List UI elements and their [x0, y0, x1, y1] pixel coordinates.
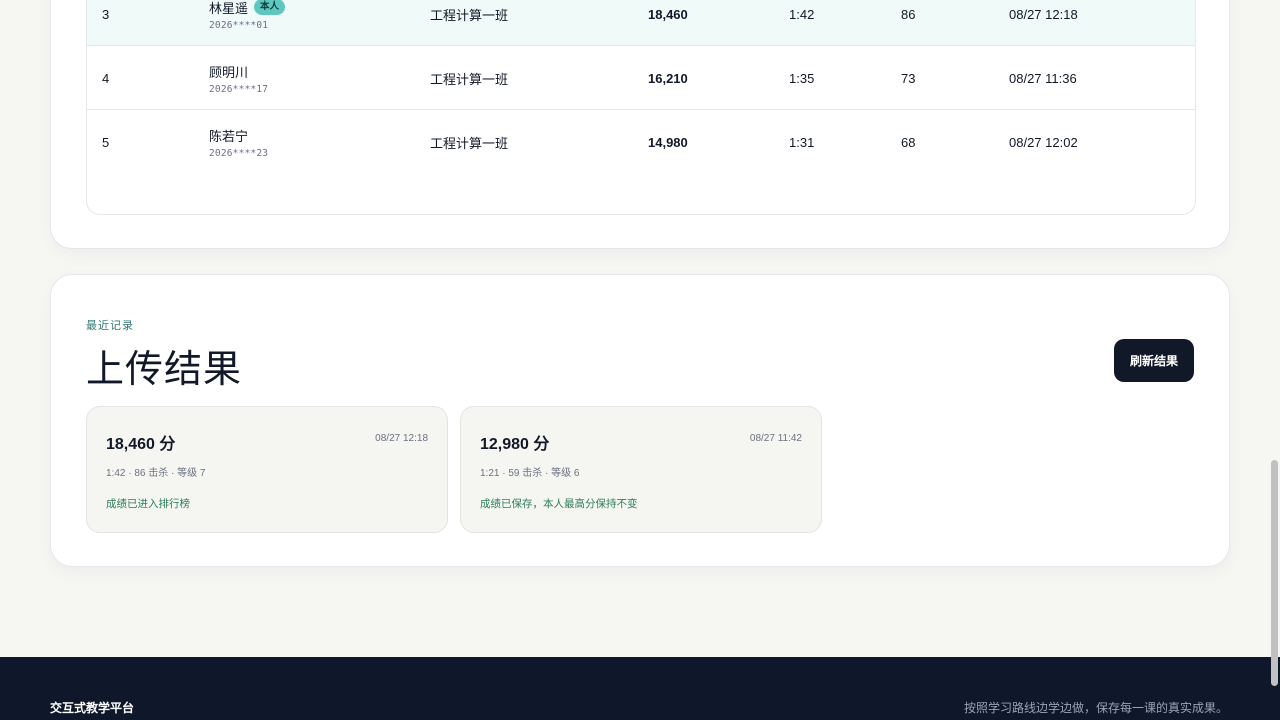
player-name: 顾明川: [209, 64, 249, 80]
class-cell: 工程计算一班: [430, 71, 509, 87]
score-cell: 16,210: [648, 70, 688, 86]
class-cell: 工程计算一班: [430, 135, 509, 151]
name-cell: 陈若宁 2026****23: [209, 110, 268, 174]
page-scrollbar[interactable]: [1268, 0, 1280, 720]
class-cell: 工程计算一班: [430, 7, 509, 23]
result-card: 12,980 分 08/27 11:42 1:21 · 59 击杀 · 等级 6…: [460, 406, 822, 533]
score-cell: 18,460: [648, 6, 688, 22]
footer-slogan: 按照学习路线边学边做，保存每一课的真实成果。: [963, 701, 1228, 715]
student-id: 2026****23: [209, 147, 269, 159]
result-meta: 1:42 · 86 击杀 · 等级 7: [106, 468, 206, 479]
result-date: 08/27 12:18: [375, 433, 428, 444]
footer-brand: 交互式教学平台: [50, 701, 135, 715]
upload-results-card: 最近记录 上传结果 刷新结果 18,460 分 08/27 12:18 1:42…: [50, 274, 1230, 567]
table-row[interactable]: 3 林星遥 本人 2026****01 工程计算一班 18,460 1:42 8…: [87, 0, 1195, 46]
player-name: 林星遥: [209, 0, 249, 16]
scrollbar-thumb[interactable]: [1271, 460, 1278, 686]
section-eyebrow: 最近记录: [86, 320, 134, 332]
name-cell: 林星遥 本人 2026****01: [209, 0, 286, 46]
time-cell: 1:35: [789, 70, 815, 86]
refresh-results-button[interactable]: 刷新结果: [1114, 339, 1194, 382]
rank-cell: 4: [102, 70, 110, 86]
result-status: 成绩已进入排行榜: [106, 498, 190, 510]
kills-cell: 86: [901, 6, 916, 22]
date-cell: 08/27 11:36: [1009, 70, 1077, 86]
score-cell: 14,980: [648, 134, 688, 150]
result-card: 18,460 分 08/27 12:18 1:42 · 86 击杀 · 等级 7…: [86, 406, 448, 533]
result-score: 12,980 分: [480, 436, 550, 453]
kills-cell: 73: [901, 70, 916, 86]
result-date: 08/27 11:42: [749, 433, 802, 444]
student-id: 2026****01: [209, 19, 269, 31]
kills-cell: 68: [901, 134, 916, 150]
result-meta: 1:21 · 59 击杀 · 等级 6: [480, 468, 580, 479]
self-badge: 本人: [254, 0, 286, 15]
result-status: 成绩已保存，本人最高分保持不变: [480, 498, 638, 510]
section-title: 上传结果: [86, 347, 243, 391]
table-row[interactable]: 4 顾明川 2026****17 工程计算一班 16,210 1:35 73 0…: [87, 45, 1195, 110]
player-name: 陈若宁: [209, 128, 249, 144]
leaderboard-card: 2026****09 3 林星遥 本人 2026****01 工程计算一班 18…: [50, 0, 1230, 249]
leaderboard-table: 2026****09 3 林星遥 本人 2026****01 工程计算一班 18…: [86, 0, 1196, 215]
table-row[interactable]: 5 陈若宁 2026****23 工程计算一班 14,980 1:31 68 0…: [87, 109, 1195, 174]
result-score: 18,460 分: [106, 436, 176, 453]
name-cell: 顾明川 2026****17: [209, 46, 268, 110]
time-cell: 1:31: [789, 134, 815, 150]
time-cell: 1:42: [789, 6, 815, 22]
rank-cell: 3: [102, 6, 110, 22]
date-cell: 08/27 12:02: [1009, 134, 1078, 150]
date-cell: 08/27 12:18: [1009, 6, 1078, 22]
student-id: 2026****17: [209, 83, 269, 95]
rank-cell: 5: [102, 134, 110, 150]
site-footer: 交互式教学平台 按照学习路线边学边做，保存每一课的真实成果。: [0, 657, 1280, 720]
